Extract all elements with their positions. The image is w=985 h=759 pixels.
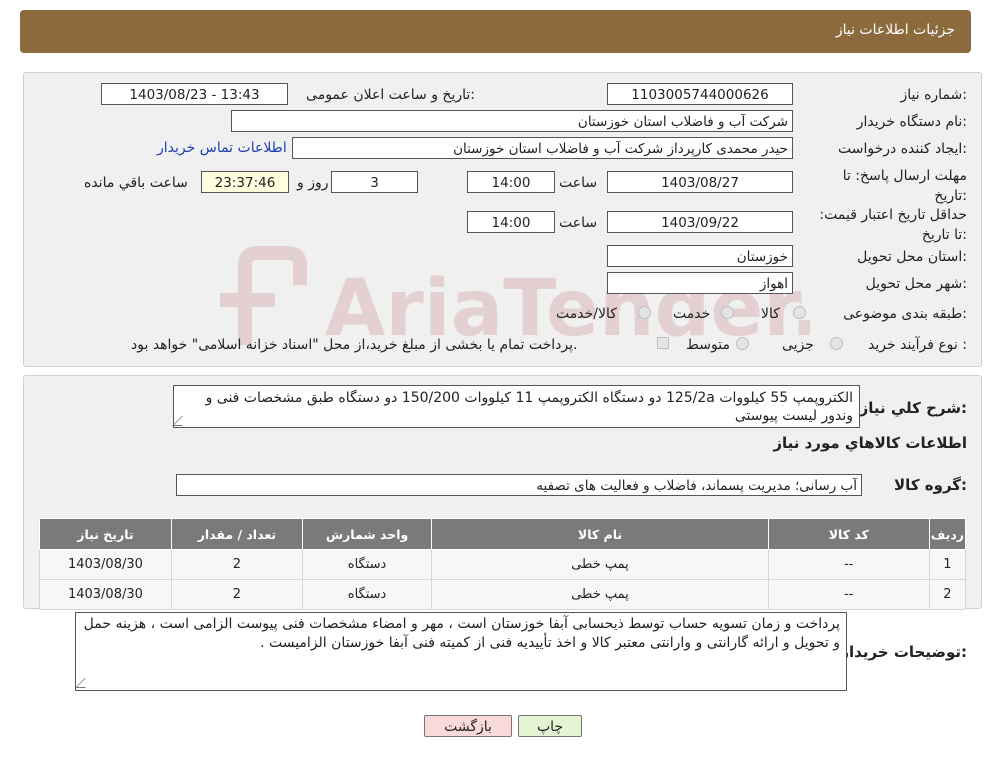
header-need-date: تاریخ نیاز — [39, 518, 172, 550]
need-number-label: شماره نیاز: — [900, 87, 967, 103]
page-title: جزئیات اطلاعات نیاز — [835, 22, 955, 38]
cell-need-date: 1403/08/30 — [39, 579, 172, 610]
goods-group-field: آب رسانی؛ مدیریت پسماند، فاضلاب و فعالیت… — [176, 474, 862, 496]
items-table: ردیف کد کالا نام کالا واحد شمارش تعداد /… — [39, 518, 967, 610]
deadline-time-field: 14:00 — [467, 171, 555, 193]
cell-unit: دستگاه — [301, 549, 433, 580]
days-field: 3 — [331, 171, 418, 193]
process-checkbox[interactable] — [657, 337, 669, 349]
header-bar — [20, 10, 971, 53]
deadline-label: مهلت ارسال پاسخ: تا تاریخ: — [842, 168, 967, 204]
buyer-contact-link[interactable]: اطلاعات تماس خریدار — [157, 140, 287, 156]
goods-group-label: گروه کالا: — [894, 476, 967, 494]
buyer-notes-text: پرداخت و زمان تسویه حساب توسط ذیحسابی آب… — [75, 612, 847, 691]
buyer-org-label: نام دستگاه خریدار: — [856, 114, 967, 130]
cell-goods-name: پمپ خطی — [431, 549, 769, 580]
days-label: روز و — [297, 175, 329, 191]
header-row-number: ردیف — [928, 518, 967, 550]
province-field: خوزستان — [607, 245, 793, 267]
process-minor-radio[interactable] — [830, 337, 843, 350]
deadline-date-field: 1403/08/27 — [607, 171, 793, 193]
header-goods-name: نام کالا — [431, 518, 769, 550]
validity-time-label: ساعت — [559, 215, 598, 231]
category-service-radio[interactable] — [721, 306, 734, 319]
validity-time-field: 14:00 — [467, 211, 555, 233]
city-label: شهر محل تحویل: — [865, 276, 967, 292]
cell-row-number: 1 — [928, 549, 967, 580]
validity-date-field: 1403/09/22 — [607, 211, 793, 233]
creator-label: ایجاد کننده درخواست: — [838, 141, 967, 157]
category-goods-service-label: کالا/خدمت — [556, 306, 617, 322]
table-row: 2 -- پمپ خطی دستگاه 2 1403/08/30 — [39, 579, 967, 610]
header-goods-code: کد کالا — [767, 518, 930, 550]
cell-goods-code: -- — [767, 549, 930, 580]
general-description-label: شرح کلي نياز: — [859, 399, 967, 417]
table-row: 1 -- پمپ خطی دستگاه 2 1403/08/30 — [39, 549, 967, 580]
table-header-row: ردیف کد کالا نام کالا واحد شمارش تعداد /… — [39, 518, 967, 550]
city-field: اهواز — [607, 272, 793, 294]
need-number-field: 1103005744000626 — [607, 83, 793, 105]
remaining-time-field: 23:37:46 — [201, 171, 289, 193]
category-goods-label: کالا — [761, 306, 780, 322]
process-medium-radio[interactable] — [736, 337, 749, 350]
cell-goods-name: پمپ خطی — [431, 579, 769, 610]
cell-goods-code: -- — [767, 579, 930, 610]
items-table-wrap: ردیف کد کالا نام کالا واحد شمارش تعداد /… — [39, 518, 967, 610]
category-service-label: خدمت — [673, 306, 711, 322]
validity-label: حداقل تاریخ اعتبار قیمت: تا تاریخ: — [819, 207, 967, 243]
announce-datetime-field: 1403/08/23 - 13:43 — [101, 83, 288, 105]
general-description-text: الکتروپمپ 55 کیلووات 125/2a دو دستگاه ال… — [173, 385, 860, 428]
header-unit: واحد شمارش — [301, 518, 433, 550]
cell-quantity: 2 — [170, 579, 303, 610]
process-medium-label: متوسط — [686, 337, 730, 353]
cell-need-date: 1403/08/30 — [39, 549, 172, 580]
process-minor-label: جزیی — [782, 337, 814, 353]
province-label: استان محل تحویل: — [857, 249, 967, 265]
category-label: طبقه بندی موضوعی: — [843, 306, 967, 322]
cell-quantity: 2 — [170, 549, 303, 580]
buyer-org-field: شرکت آب و فاضلاب استان خوزستان — [231, 110, 793, 132]
header-quantity: تعداد / مقدار — [170, 518, 303, 550]
buyer-notes-label: توضیحات خریدار: — [840, 643, 967, 661]
process-label: نوع فرآیند خرید : — [868, 337, 967, 353]
creator-field: حیدر محمدی کارپرداز شرکت آب و فاضلاب است… — [292, 137, 793, 159]
print-button[interactable]: چاپ — [518, 715, 582, 737]
process-note: پرداخت تمام یا بخشی از مبلغ خرید،از محل … — [131, 337, 578, 353]
deadline-time-label: ساعت — [559, 175, 598, 191]
announce-label: تاریخ و ساعت اعلان عمومی: — [306, 87, 475, 103]
goods-info-title: اطلاعات کالاهاي مورد نياز — [773, 434, 967, 452]
remaining-time-label: ساعت باقي مانده — [84, 175, 188, 191]
cell-row-number: 2 — [928, 579, 967, 610]
cell-unit: دستگاه — [301, 579, 433, 610]
category-goods-radio[interactable] — [793, 306, 806, 319]
category-goods-service-radio[interactable] — [638, 306, 651, 319]
back-button[interactable]: بازگشت — [424, 715, 512, 737]
